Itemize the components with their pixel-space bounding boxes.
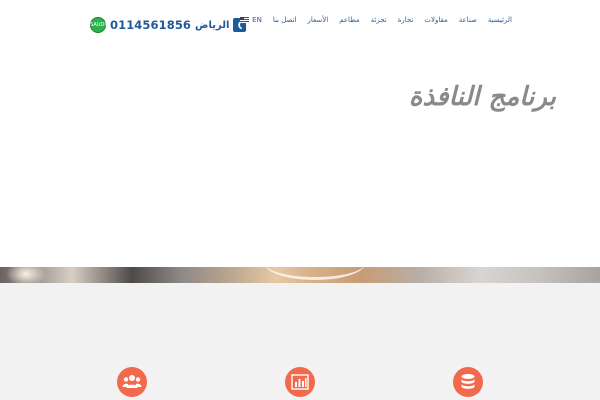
hero-title: برنامج النافذة (408, 82, 556, 112)
banner-image (0, 267, 600, 283)
users-icon[interactable] (117, 367, 147, 397)
nav-retail[interactable]: تجزئة (371, 16, 387, 24)
contact-info: SAUDI 0114561856 الرياض (90, 15, 247, 35)
nav-trade[interactable]: تجارة (398, 16, 414, 24)
nav-contracting[interactable]: مقاولات (424, 16, 447, 24)
nav-contact[interactable]: اتصل بنا (273, 16, 297, 24)
banner-arc (265, 267, 365, 280)
site-header: SAUDI 0114561856 الرياض الرئيسية صناعة م… (0, 0, 600, 45)
database-icon[interactable] (453, 367, 483, 397)
chart-icon[interactable] (285, 367, 315, 397)
language-switcher[interactable]: EN (240, 16, 262, 24)
banner-light (6, 267, 46, 283)
nav-industry[interactable]: صناعة (459, 16, 477, 24)
saudi-badge: SAUDI (90, 17, 106, 33)
hero-section (0, 45, 600, 267)
city-label: الرياض (195, 19, 230, 31)
phone-number[interactable]: 0114561856 (110, 18, 191, 32)
nav-restaurants[interactable]: مطاعم (339, 16, 359, 24)
language-label: EN (252, 16, 262, 24)
nav-prices[interactable]: الأسعار (308, 16, 329, 24)
features-section (0, 283, 600, 400)
main-nav: الرئيسية صناعة مقاولات تجارة تجزئة مطاعم… (229, 16, 512, 24)
us-flag-icon (240, 17, 250, 23)
saudi-badge-text: SAUDI (90, 22, 106, 28)
nav-home[interactable]: الرئيسية (488, 16, 512, 24)
